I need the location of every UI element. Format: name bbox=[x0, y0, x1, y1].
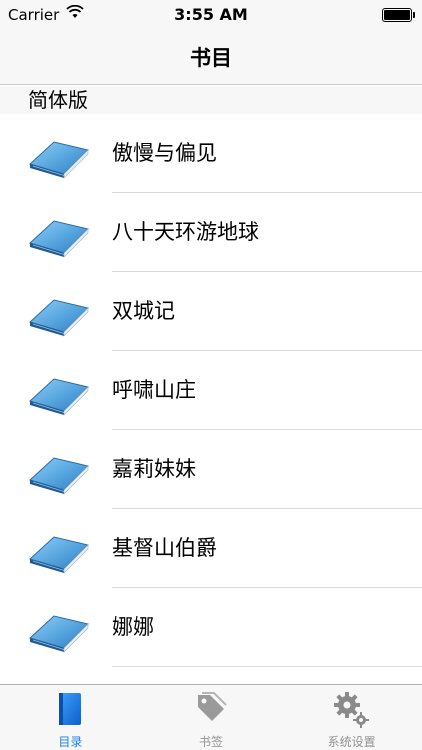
book-title: 八十天环游地球 bbox=[112, 220, 259, 244]
list-item[interactable]: 八十天环游地球 bbox=[0, 193, 422, 272]
tab-catalog[interactable]: 目录 bbox=[0, 685, 141, 750]
tab-bar: 目录 书签 系统设置 bbox=[0, 684, 422, 750]
list-item[interactable]: 傲慢与偏见 bbox=[0, 114, 422, 193]
row-separator bbox=[112, 666, 422, 667]
book-title: 基督山伯爵 bbox=[112, 536, 217, 560]
book-title: 呼啸山庄 bbox=[112, 378, 196, 402]
tab-catalog-label: 目录 bbox=[58, 735, 83, 749]
list-item[interactable]: 嘉莉妹妹 bbox=[0, 430, 422, 509]
nav-bar: 书目 bbox=[0, 30, 422, 85]
book-icon bbox=[24, 444, 92, 496]
book-icon bbox=[24, 365, 92, 417]
book-icon bbox=[24, 602, 92, 654]
status-time: 3:55 AM bbox=[174, 5, 248, 24]
book-icon bbox=[24, 207, 92, 259]
tag-icon bbox=[194, 691, 228, 729]
book-icon bbox=[57, 691, 83, 731]
book-icon bbox=[24, 523, 92, 575]
list-item[interactable]: 呼啸山庄 bbox=[0, 351, 422, 430]
tab-bookmarks[interactable]: 书签 bbox=[141, 685, 282, 750]
book-icon bbox=[24, 128, 92, 180]
tab-bookmarks-label: 书签 bbox=[199, 735, 224, 749]
book-title: 双城记 bbox=[112, 299, 175, 323]
page-title: 书目 bbox=[190, 46, 232, 70]
list-item[interactable]: 双城记 bbox=[0, 272, 422, 351]
list-item[interactable]: 娜娜 bbox=[0, 588, 422, 667]
book-title: 娜娜 bbox=[112, 615, 154, 639]
battery-icon bbox=[382, 8, 415, 22]
book-list: 傲慢与偏见 八十天环游地球 双城记 呼啸山庄 嘉莉妹妹 基督山伯爵 娜娜 bbox=[0, 114, 422, 667]
section-header: 简体版 bbox=[0, 86, 422, 114]
tab-settings[interactable]: 系统设置 bbox=[281, 685, 422, 750]
list-item[interactable]: 基督山伯爵 bbox=[0, 509, 422, 588]
book-icon bbox=[24, 286, 92, 338]
battery-fill bbox=[384, 10, 410, 20]
book-title: 嘉莉妹妹 bbox=[112, 457, 196, 481]
gear-icon bbox=[333, 691, 371, 733]
status-bar: Carrier 3:55 AM bbox=[0, 0, 422, 30]
book-title: 傲慢与偏见 bbox=[112, 141, 217, 165]
tab-settings-label: 系统设置 bbox=[327, 735, 376, 749]
